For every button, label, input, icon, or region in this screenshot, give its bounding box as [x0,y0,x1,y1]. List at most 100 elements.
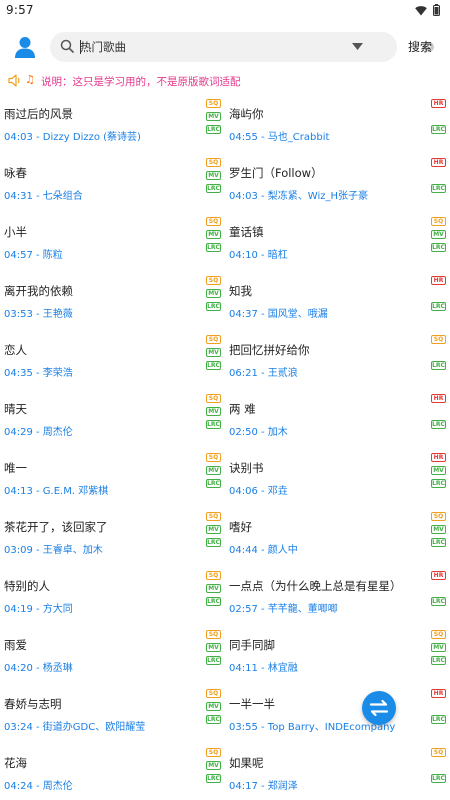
song-item[interactable]: 雨爱 04:20 - 杨丞琳 SQ MV LRC [4,627,224,686]
song-item[interactable]: 诀别书 04:06 - 邓垚 HR MV LRC [229,450,449,509]
song-artist: 陈粒 [42,250,63,261]
song-duration: 04:13 [4,486,33,497]
song-title: 一半一半 [229,697,275,711]
song-item[interactable]: 雨过后的风景 04:03 - Dizzy Dizzo (蔡诗芸) SQ MV LRC [4,96,224,155]
song-meta: 04:35 - 李荣浩 [4,364,73,379]
song-artist: 马也_Crabbit [267,132,330,143]
search-button[interactable]: 搜索 [408,38,432,55]
song-duration: 03:24 [4,722,33,733]
meta-separator: - [257,663,268,674]
mv-badge: MV [206,407,221,416]
sq-badge: SQ [206,512,221,521]
meta-separator: - [257,191,268,202]
song-artist: 加木 [267,427,288,438]
hr-badge: HR [431,276,446,285]
song-duration: 04:55 [229,132,258,143]
song-duration: 04:44 [229,545,258,556]
mv-badge: MV [206,525,221,534]
battery-icon [433,4,440,16]
song-item[interactable]: 同手同脚 04:11 - 林宜融 SQ MV LRC [229,627,449,686]
song-title: 同手同脚 [229,638,275,652]
meta-separator: - [257,486,268,497]
lrc-badge: LRC [206,538,221,547]
song-duration: 04:20 [4,663,33,674]
song-item[interactable]: 知我 04:37 - 国风堂、哦漏 HR LRC [229,273,449,332]
song-title: 知我 [229,284,252,298]
song-duration: 06:21 [229,368,258,379]
song-meta: 04:20 - 杨丞琳 [4,659,73,674]
sq-badge: SQ [206,748,221,757]
song-artist: 街道办GDC、欧阳耀莹 [42,722,146,733]
song-item[interactable]: 唯一 04:13 - G.E.M. 邓紫棋 SQ MV LRC [4,450,224,509]
sq-badge: SQ [431,630,446,639]
song-item[interactable]: 如果呢 04:17 - 郑润泽 SQ LRC [229,745,449,800]
meta-separator: - [32,486,43,497]
song-item[interactable]: 特别的人 04:19 - 方大同 SQ MV LRC [4,568,224,627]
notice-text: 说明：这只是学习用的，不是原版歌词适配 [41,76,241,88]
song-item[interactable]: 晴天 04:29 - 周杰伦 SQ MV LRC [4,391,224,450]
dropdown-triangle-icon[interactable] [352,43,363,50]
song-meta: 06:21 - 王贰浪 [229,364,298,379]
search-box[interactable] [50,32,434,62]
song-item[interactable]: 罗生门（Follow） 04:03 - 梨冻紧、Wiz_H张子豪 HR LRC [229,155,449,214]
song-meta: 04:44 - 颜人中 [229,541,298,556]
song-title: 春娇与志明 [4,697,62,711]
song-artist: 国风堂、哦漏 [267,309,328,320]
meta-separator: - [32,663,43,674]
song-title: 唯一 [4,461,27,475]
song-meta: 04:55 - 马也_Crabbit [229,128,329,143]
wifi-icon [415,5,427,15]
song-meta: 04:24 - 周杰伦 [4,777,73,792]
song-item[interactable]: 离开我的依赖 03:53 - 王艳薇 SQ MV LRC [4,273,224,332]
song-meta: 04:37 - 国风堂、哦漏 [229,305,328,320]
song-item[interactable]: 嗜好 04:44 - 颜人中 SQ MV LRC [229,509,449,568]
sq-badge: SQ [206,689,221,698]
lrc-badge: LRC [431,774,446,783]
song-meta: 04:17 - 郑润泽 [229,777,298,792]
song-title: 花海 [4,756,27,770]
song-meta: 04:19 - 方大同 [4,600,73,615]
switch-fab-button[interactable] [362,691,396,725]
song-meta: 03:53 - 王艳薇 [4,305,73,320]
song-item[interactable]: 咏春 04:31 - 七朵组合 SQ MV LRC [4,155,224,214]
mv-badge: MV [206,466,221,475]
song-item[interactable]: 春娇与志明 03:24 - 街道办GDC、欧阳耀莹 SQ MV LRC [4,686,224,745]
lrc-badge: LRC [431,538,446,547]
lrc-badge: LRC [206,361,221,370]
song-meta: 04:03 - 梨冻紧、Wiz_H张子豪 [229,187,368,202]
song-artist: G.E.M. 邓紫棋 [42,486,109,497]
song-artist: 周杰伦 [42,427,73,438]
mv-badge: MV [431,466,446,475]
meta-separator: - [32,781,43,792]
meta-separator: - [257,722,268,733]
lrc-badge: LRC [431,243,446,252]
meta-separator: - [257,604,268,615]
song-title: 罗生门（Follow） [229,166,323,180]
song-item[interactable]: 花海 04:24 - 周杰伦 SQ MV LRC [4,745,224,800]
song-duration: 03:09 [4,545,33,556]
song-item[interactable]: 茶花开了，该回家了 03:09 - 王睿卓、加木 SQ MV LRC [4,509,224,568]
song-artist: 郑润泽 [267,781,298,792]
song-title: 晴天 [4,402,27,416]
sq-badge: SQ [206,99,221,108]
song-meta: 04:29 - 周杰伦 [4,423,73,438]
song-item[interactable]: 把回忆拼好给你 06:21 - 王贰浪 SQ LRC [229,332,449,391]
song-item[interactable]: 海屿你 04:55 - 马也_Crabbit HR LRC [229,96,449,155]
song-item[interactable]: 童话镇 04:10 - 暗杠 SQ MV LRC [229,214,449,273]
song-title: 童话镇 [229,225,264,239]
song-artist: 林宜融 [267,663,298,674]
song-item[interactable]: 小半 04:57 - 陈粒 SQ MV LRC [4,214,224,273]
lrc-badge: LRC [206,125,221,134]
song-artist: 梨冻紧、Wiz_H张子豪 [267,191,369,202]
song-meta: 04:03 - Dizzy Dizzo (蔡诗芸) [4,128,141,143]
sq-badge: SQ [206,630,221,639]
song-item[interactable]: 恋人 04:35 - 李荣浩 SQ MV LRC [4,332,224,391]
song-item[interactable]: 一点点（为什么晚上总是有星星） 02:57 - 芊芊龍、董唧唧 HR LRC [229,568,449,627]
sq-badge: SQ [431,217,446,226]
song-item[interactable]: 一半一半 03:55 - Top Barry、INDEcompany HR LRC [229,686,449,745]
search-input[interactable] [80,37,320,57]
user-avatar-icon[interactable] [12,34,38,60]
song-item[interactable]: 两 难 02:50 - 加木 HR LRC [229,391,449,450]
song-artist: 方大同 [42,604,73,615]
sq-badge: SQ [206,394,221,403]
